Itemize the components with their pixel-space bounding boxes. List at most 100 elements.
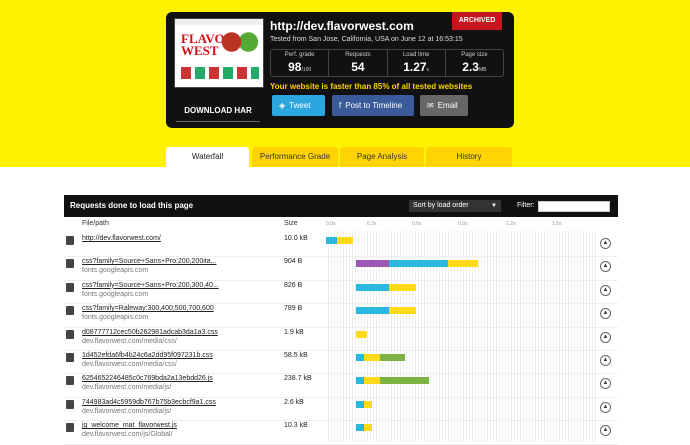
expand-row-icon[interactable]: ▲ (600, 238, 611, 249)
faster-than-text: Your website is faster than 85% of all t… (270, 82, 473, 91)
tab-history[interactable]: History (426, 147, 512, 167)
metric-label: Requests (345, 52, 371, 58)
row-divider (64, 396, 618, 398)
tab-performance-grade[interactable]: Performance Grade (252, 147, 338, 167)
tick-label: 0.0s (326, 221, 336, 227)
request-file-link[interactable]: css?family=Raleway:300,400,500,700,600 (82, 305, 214, 312)
email-label: Email (437, 101, 458, 110)
metric-unit: s (426, 67, 430, 73)
panel-header: Requests done to load this page Sort by … (64, 195, 618, 217)
timing-bar-segment (388, 307, 416, 315)
download-har-button[interactable]: DOWNLOAD HAR (176, 100, 260, 122)
metrics-row: Perf. grade 98/100 Requests 54 Load time… (270, 49, 504, 77)
request-size: 238.7 kB (284, 375, 312, 383)
file-type-icon (66, 259, 74, 269)
tab-waterfall[interactable]: Waterfall (166, 147, 249, 167)
request-size: 58.5 kB (284, 352, 308, 359)
file-type-icon (66, 282, 74, 292)
timing-bar-segment (364, 424, 373, 432)
request-size: 2.6 kB (284, 398, 304, 406)
request-file-link[interactable]: css?family=Source+Sans+Pro:200,200ita... (82, 258, 216, 265)
email-icon: ✉ (427, 101, 434, 110)
expand-row-icon[interactable]: ▲ (600, 331, 611, 343)
timing-bar-segment (355, 283, 389, 291)
request-host: fonts.googleapis.com (82, 267, 149, 275)
metric-value: 54 (351, 60, 365, 74)
file-type-icon (66, 353, 74, 362)
timing-bar-segment (364, 354, 381, 361)
expand-row-icon[interactable]: ▲ (600, 308, 611, 320)
row-divider (64, 350, 618, 351)
request-size: 826 B (284, 281, 303, 289)
column-file-path: File/path (82, 220, 109, 227)
timing-bar-segment (380, 377, 430, 385)
filter-label: Filter: (517, 202, 535, 209)
request-host: fonts.googleapis.com (82, 314, 149, 322)
request-file-link[interactable]: http://dev.flavorwest.com/ (82, 235, 161, 242)
tick-label: 0.6s (412, 221, 422, 227)
timing-bar-segment (355, 424, 365, 432)
tick-label: 1.2s (506, 221, 516, 227)
metric-value: 2.3 (462, 60, 479, 74)
file-type-icon (66, 236, 74, 245)
file-type-icon (66, 399, 74, 409)
file-type-icon (66, 376, 74, 386)
row-divider (64, 420, 618, 422)
chevron-down-icon: ▼ (491, 203, 497, 209)
request-size: 10.0 kB (284, 235, 308, 242)
expand-row-icon[interactable]: ▲ (600, 401, 611, 413)
tweet-button[interactable]: ◈ Tweet (272, 95, 325, 116)
sort-select[interactable]: Sort by load order ▼ (409, 200, 501, 212)
request-host: dev.flavorwest.com/media/js/ (82, 384, 172, 392)
row-divider (64, 326, 618, 328)
tested-from: Tested from San Jose, California, USA on… (270, 36, 463, 43)
request-file-link[interactable]: css?family=Source+Sans+Pro:200,300,40... (82, 282, 219, 289)
site-thumbnail: FLAVOR WEST (174, 18, 264, 88)
tab-page-analysis[interactable]: Page Analysis (340, 147, 424, 167)
facebook-timeline-button[interactable]: f Post to Timeline (332, 95, 414, 116)
metric-unit: MB (478, 67, 487, 73)
twitter-icon: ◈ (279, 101, 286, 110)
tweet-label: Tweet (289, 101, 311, 110)
timing-bar-segment (388, 283, 416, 291)
request-file-link[interactable]: jg_welcome_mat_flavorwest.js (82, 422, 177, 429)
request-size: 1.9 kB (284, 328, 304, 336)
request-host: fonts.googleapis.com (82, 290, 149, 298)
request-file-link[interactable]: 1d452efda6fb4b24c6a2dd95f097231b.css (82, 352, 213, 359)
sort-label: Sort by load order (413, 202, 469, 209)
request-file-link[interactable]: 6254652246485c0c769bda2a13ebdd26.js (82, 375, 213, 382)
expand-row-icon[interactable]: ▲ (600, 355, 611, 366)
filter-input[interactable] (538, 201, 610, 212)
request-file-link[interactable]: d08777712cec50b262981adcab3da1a3.css (82, 329, 218, 336)
file-type-icon (66, 423, 74, 433)
timing-bar-segment (448, 260, 479, 268)
row-divider (64, 303, 618, 305)
email-button[interactable]: ✉ Email (420, 95, 468, 116)
requests-panel: Requests done to load this page Sort by … (64, 195, 618, 445)
tick-label: 0.9s (458, 221, 468, 227)
expand-row-icon[interactable]: ▲ (600, 425, 611, 437)
timing-bar-segment (355, 377, 365, 385)
metric-unit: /100 (301, 67, 312, 73)
timing-bar-segment (380, 354, 405, 361)
expand-row-icon[interactable]: ▲ (600, 378, 611, 390)
timing-bar-segment (355, 354, 365, 361)
tick-label: 0.3s (367, 221, 377, 227)
request-file-link[interactable]: 744983ad4c5959db767b75b3ecbcf9a1.css (82, 399, 216, 406)
metric-load-time: Load time 1.27s (388, 50, 446, 76)
row-divider (64, 256, 618, 258)
file-type-icon (66, 329, 74, 339)
request-host: dev.flavorwest.com/media/js/ (82, 407, 172, 415)
request-host: dev.flavorwest.com/js/Global/ (82, 431, 173, 439)
thumbnail-toolbar (175, 19, 263, 25)
expand-row-icon[interactable]: ▲ (600, 261, 611, 273)
metric-perf-grade: Perf. grade 98/100 (271, 50, 330, 76)
metric-label: Page size (461, 52, 488, 58)
thumbnail-product-row (181, 67, 259, 79)
tick-label: 1.5s (552, 221, 562, 227)
request-size: 789 B (284, 305, 303, 313)
timing-bar-segment (388, 260, 449, 268)
expand-row-icon[interactable]: ▲ (600, 284, 611, 296)
facebook-label: Post to Timeline (345, 101, 403, 110)
timing-bar-segment (336, 237, 354, 244)
